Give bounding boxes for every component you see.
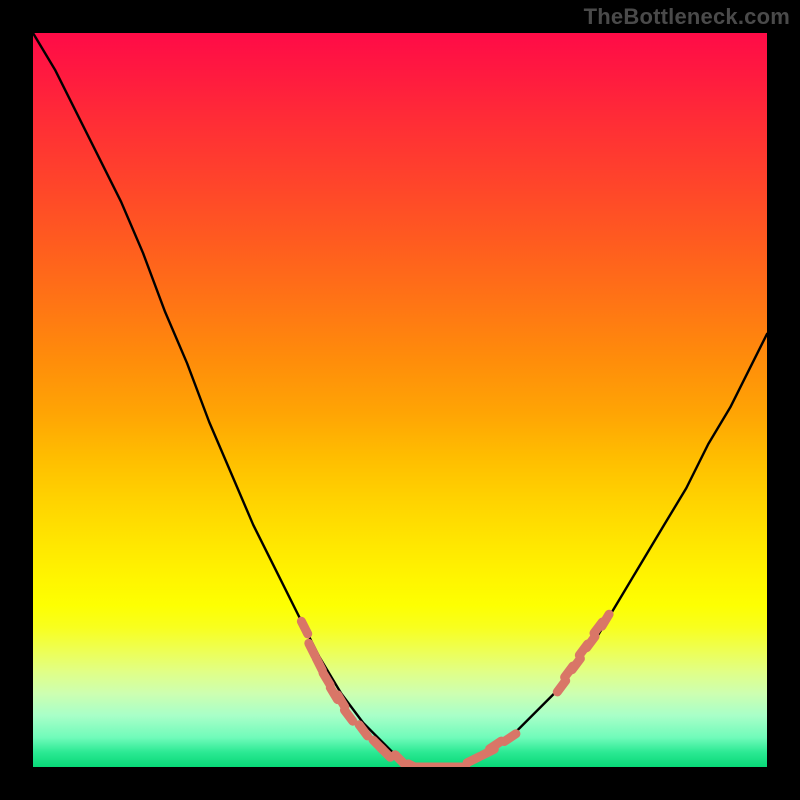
marker-dash <box>301 621 307 634</box>
marker-dash <box>587 637 595 648</box>
marker-dash <box>395 755 405 765</box>
curve-svg <box>33 33 767 767</box>
marker-dash <box>557 681 565 692</box>
marker-dash <box>572 659 580 670</box>
marker-points <box>301 614 609 767</box>
marker-dash <box>602 614 609 626</box>
marker-dash <box>490 741 502 749</box>
marker-dash <box>344 710 352 721</box>
marker-dash <box>323 673 330 685</box>
marker-dash <box>504 734 516 742</box>
marker-dash <box>316 658 322 671</box>
bottleneck-curve <box>33 33 767 767</box>
marker-dash <box>338 695 345 707</box>
watermark-text: TheBottleneck.com <box>584 4 790 30</box>
curve-path <box>33 33 767 767</box>
marker-dash <box>309 643 315 656</box>
chart-frame: TheBottleneck.com <box>0 0 800 800</box>
plot-area <box>33 33 767 767</box>
